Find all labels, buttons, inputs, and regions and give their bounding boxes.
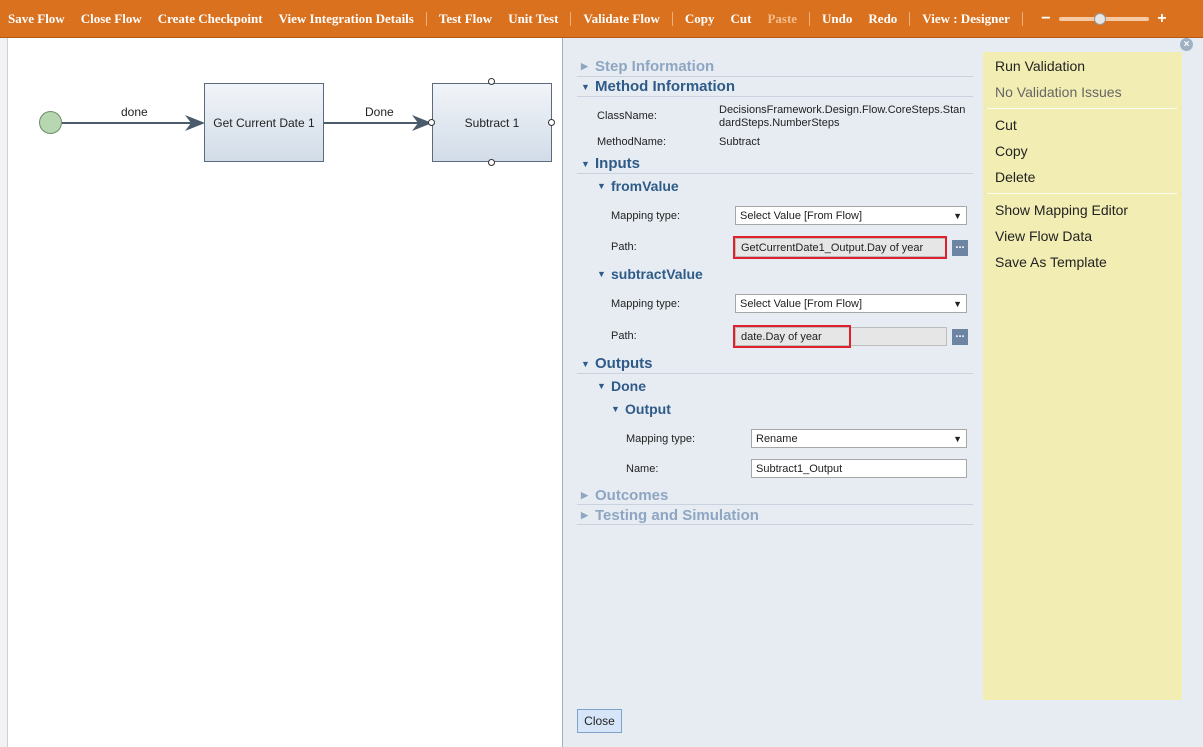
menu-no-validation-issues: No Validation Issues <box>995 84 1122 100</box>
panel-scrollbar[interactable] <box>1187 52 1199 742</box>
section-divider <box>577 524 973 525</box>
zoom-out-button[interactable]: − <box>1039 10 1053 28</box>
context-menu: Run Validation No Validation Issues Cut … <box>983 52 1182 700</box>
dropdown-arrow-icon: ▼ <box>953 298 962 309</box>
menu-separator <box>987 193 1177 194</box>
subsection-fromvalue[interactable]: ▼ fromValue <box>597 178 679 194</box>
dropdown-arrow-icon: ▼ <box>953 433 962 444</box>
highlight-box <box>733 236 947 259</box>
toolbar-separator <box>671 11 673 26</box>
path-label: Path: <box>611 241 637 253</box>
toolbar-separator <box>909 11 911 26</box>
mapping-type-label: Mapping type: <box>626 433 696 445</box>
section-divider <box>577 76 973 77</box>
toolbar-separator <box>809 11 811 26</box>
expand-arrow-icon: ▶ <box>581 510 588 520</box>
view-designer-button[interactable]: View : Designer <box>914 11 1018 27</box>
subsection-done[interactable]: ▼ Done <box>597 378 646 394</box>
zoom-control: − + <box>1039 10 1169 28</box>
collapse-arrow-icon: ▼ <box>581 158 590 169</box>
path-label: Path: <box>611 330 637 342</box>
create-checkpoint-button[interactable]: Create Checkpoint <box>150 11 271 27</box>
mapping-type-label: Mapping type: <box>611 210 681 222</box>
paste-button[interactable]: Paste <box>759 11 805 27</box>
copy-button[interactable]: Copy <box>677 11 723 27</box>
subtractvalue-mapping-type-select[interactable]: Select Value [From Flow] ▼ <box>735 294 967 313</box>
node-port-top[interactable] <box>488 78 495 85</box>
menu-save-as-template[interactable]: Save As Template <box>995 254 1107 270</box>
collapse-arrow-icon: ▼ <box>581 358 590 369</box>
section-step-information[interactable]: ▶ Step Information <box>581 58 714 75</box>
subsection-subtractvalue[interactable]: ▼ subtractValue <box>597 266 703 282</box>
collapse-arrow-icon: ▼ <box>597 269 606 279</box>
test-flow-button[interactable]: Test Flow <box>431 11 500 27</box>
zoom-in-button[interactable]: + <box>1155 10 1169 28</box>
section-divider <box>577 504 973 505</box>
section-divider <box>577 373 973 374</box>
fromvalue-path-browse-button[interactable]: ... <box>952 240 968 256</box>
node-port-left[interactable] <box>428 119 435 126</box>
methodname-label: MethodName: <box>597 136 667 148</box>
menu-separator <box>987 108 1177 109</box>
edge-label-done-2: Done <box>365 105 394 119</box>
start-node[interactable] <box>39 111 62 134</box>
node-label: Get Current Date 1 <box>213 115 315 130</box>
mapping-type-label: Mapping type: <box>611 298 681 310</box>
section-divider <box>577 96 973 97</box>
section-outcomes[interactable]: ▶ Outcomes <box>581 487 668 504</box>
output-mapping-type-select[interactable]: Rename ▼ <box>751 429 967 448</box>
node-port-right[interactable] <box>548 119 555 126</box>
menu-delete[interactable]: Delete <box>995 169 1035 185</box>
close-icon[interactable]: × <box>1180 38 1193 51</box>
toolbar-separator <box>425 11 427 26</box>
menu-cut[interactable]: Cut <box>995 117 1017 133</box>
section-testing-and-simulation[interactable]: ▶ Testing and Simulation <box>581 507 759 524</box>
section-divider <box>577 173 973 174</box>
section-inputs[interactable]: ▼ Inputs <box>581 155 640 172</box>
node-label: Subtract 1 <box>464 115 520 130</box>
expand-arrow-icon: ▶ <box>581 61 588 71</box>
node-port-bottom[interactable] <box>488 159 495 166</box>
collapse-arrow-icon: ▼ <box>611 404 620 414</box>
subtract-node[interactable]: Subtract 1 <box>432 83 552 162</box>
edge-label-done: done <box>121 105 148 119</box>
output-name-input[interactable]: Subtract1_Output <box>751 459 967 478</box>
dropdown-arrow-icon: ▼ <box>953 210 962 221</box>
classname-value: DecisionsFramework.Design.Flow.CoreSteps… <box>719 104 966 129</box>
close-flow-button[interactable]: Close Flow <box>73 11 150 27</box>
collapse-arrow-icon: ▼ <box>597 181 606 191</box>
save-flow-button[interactable]: Save Flow <box>0 11 73 27</box>
toolbar-separator <box>570 11 572 26</box>
view-integration-details-button[interactable]: View Integration Details <box>271 11 422 27</box>
validate-flow-button[interactable]: Validate Flow <box>575 11 667 27</box>
zoom-slider[interactable] <box>1058 12 1149 25</box>
undo-button[interactable]: Undo <box>814 11 860 27</box>
cut-button[interactable]: Cut <box>722 11 759 27</box>
section-outputs[interactable]: ▼ Outputs <box>581 355 653 372</box>
fromvalue-mapping-type-select[interactable]: Select Value [From Flow] ▼ <box>735 206 967 225</box>
unit-test-button[interactable]: Unit Test <box>500 11 566 27</box>
flow-canvas[interactable]: done Done Get Current Date 1 Subtract 1 <box>0 38 562 747</box>
subtractvalue-path-browse-button[interactable]: ... <box>952 329 968 345</box>
menu-run-validation[interactable]: Run Validation <box>995 58 1085 74</box>
classname-label: ClassName: <box>597 110 657 122</box>
close-button[interactable]: Close <box>577 709 622 733</box>
menu-show-mapping-editor[interactable]: Show Mapping Editor <box>995 202 1128 218</box>
toolbar: Save Flow Close Flow Create Checkpoint V… <box>0 0 1203 38</box>
get-current-date-node[interactable]: Get Current Date 1 <box>204 83 324 162</box>
name-label: Name: <box>626 463 659 475</box>
methodname-value: Subtract <box>719 136 760 148</box>
highlight-box <box>733 325 851 348</box>
collapse-arrow-icon: ▼ <box>581 81 590 92</box>
subsection-output[interactable]: ▼ Output <box>611 401 671 417</box>
menu-view-flow-data[interactable]: View Flow Data <box>995 228 1092 244</box>
section-method-information[interactable]: ▼ Method Information <box>581 78 735 95</box>
collapse-arrow-icon: ▼ <box>597 381 606 391</box>
menu-copy[interactable]: Copy <box>995 143 1028 159</box>
expand-arrow-icon: ▶ <box>581 490 588 500</box>
redo-button[interactable]: Redo <box>860 11 905 27</box>
zoom-slider-thumb[interactable] <box>1093 12 1106 25</box>
toolbar-separator <box>1021 11 1023 26</box>
